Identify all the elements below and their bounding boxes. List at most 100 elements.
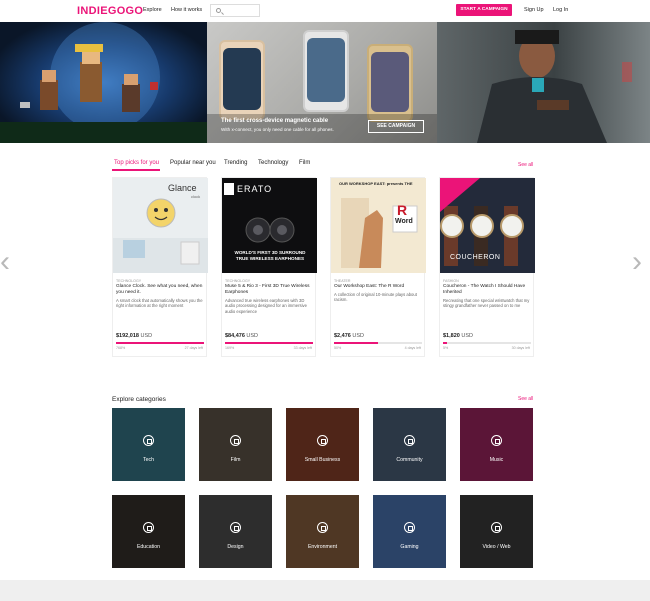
tab-film[interactable]: Film: [299, 160, 310, 166]
category-tile-small-business[interactable]: Small Business: [286, 408, 359, 481]
tab-top-picks[interactable]: Top picks for you: [114, 160, 159, 166]
headphones-icon: [491, 435, 502, 446]
start-campaign-button[interactable]: START A CAMPAIGN: [456, 4, 512, 16]
category-tile-film[interactable]: Film: [199, 408, 272, 481]
campaign-raised: $2,476 USD: [334, 333, 364, 339]
campaign-image: COUCHERON: [440, 178, 535, 273]
category-label: Education: [136, 544, 161, 550]
progress-fill: [225, 342, 313, 344]
campaign-category: TECHNOLOGY: [225, 279, 251, 283]
days-left: 33 days left: [293, 346, 312, 350]
campaign-description: Recreating that one special wristwatch t…: [443, 298, 530, 309]
workshop-header: OUR WORKSHOP EAST: presents THE: [339, 181, 413, 186]
category-label: Community: [396, 457, 423, 463]
leaf-icon: [317, 522, 328, 533]
tab-popular-near-you[interactable]: Popular near you: [170, 160, 216, 166]
category-label: Music: [489, 457, 504, 463]
category-label: Environment: [307, 544, 338, 550]
hero-game-image: [0, 22, 207, 143]
see-all-picks-link[interactable]: See all: [518, 162, 533, 168]
search-input[interactable]: [210, 4, 260, 17]
hero-subtitle: With x-connect, you only need one cable …: [221, 127, 334, 132]
funding-progress-bar: [443, 342, 531, 344]
campaign-image: OUR WORKSHOP EAST: presents THE R Word: [331, 178, 426, 273]
explore-categories-heading: Explore categories: [112, 396, 166, 403]
funding-percent: 5%: [443, 346, 449, 350]
campaign-category: FASHION: [443, 279, 459, 283]
globe-icon: [491, 522, 502, 533]
funding-percent: 50%: [334, 346, 342, 350]
campaign-title[interactable]: Coucheron - The Watch I Should Have Inhe…: [443, 284, 533, 296]
tab-technology[interactable]: Technology: [258, 160, 288, 166]
category-tile-education[interactable]: Education: [112, 495, 185, 568]
funding-progress-bar: [116, 342, 204, 344]
category-tile-video-web[interactable]: Video / Web: [460, 495, 533, 568]
active-tab-indicator: [112, 169, 160, 171]
category-label: Film: [230, 457, 241, 463]
see-campaign-button[interactable]: SEE CAMPAIGN: [368, 120, 424, 133]
category-label: Small Business: [304, 457, 341, 463]
sign-up-link[interactable]: Sign Up: [524, 7, 544, 13]
campaign-raised: $192,018 USD: [116, 333, 153, 339]
nav-how-it-works[interactable]: How it works: [171, 7, 202, 13]
glance-logo: Glance: [168, 183, 197, 193]
campaign-raised: $1,820 USD: [443, 333, 473, 339]
carousel-next-icon[interactable]: ›: [632, 247, 642, 277]
hero-carousel[interactable]: [0, 22, 650, 143]
days-left: 30 days left: [511, 346, 530, 350]
campaign-card[interactable]: ERATO WORLD'S FIRST 3D SURROUND TRUE WIR…: [221, 177, 317, 357]
hero-jacket-image: [437, 22, 650, 143]
hero-title: The first cross-device magnetic cable: [221, 118, 329, 124]
category-tile-music[interactable]: Music: [460, 408, 533, 481]
campaign-card[interactable]: OUR WORKSHOP EAST: presents THE R Word T…: [330, 177, 426, 357]
campaign-raised: $84,476 USD: [225, 333, 259, 339]
progress-fill: [443, 342, 448, 344]
category-label: Tech: [143, 457, 154, 463]
progress-fill: [116, 342, 204, 344]
days-left: 4 days left: [404, 346, 421, 350]
tech-icon: [143, 435, 154, 446]
campaign-image: Glance clock: [113, 178, 208, 273]
carousel-prev-icon[interactable]: ‹: [0, 247, 10, 277]
funding-progress-bar: [334, 342, 422, 344]
search-icon: [216, 8, 221, 13]
category-tile-environment[interactable]: Environment: [286, 495, 359, 568]
campaign-category: THEATER: [334, 279, 351, 283]
campaign-card[interactable]: Glance clock TECHNOLOGY Glance Clock. Se…: [112, 177, 208, 357]
progress-fill: [334, 342, 378, 344]
category-label: Video / Web: [482, 544, 511, 550]
campaign-category: TECHNOLOGY: [116, 279, 142, 283]
nav-explore[interactable]: Explore: [143, 7, 162, 13]
campaign-image: ERATO WORLD'S FIRST 3D SURROUND TRUE WIR…: [222, 178, 317, 273]
campaign-title[interactable]: Muse 5 & Rio 3 - First 3D True Wireless …: [225, 284, 315, 296]
category-tile-community[interactable]: Community: [373, 408, 446, 481]
tab-trending[interactable]: Trending: [224, 160, 247, 166]
chat-icon: [404, 435, 415, 446]
footer: [0, 580, 650, 601]
category-tile-design[interactable]: Design: [199, 495, 272, 568]
category-tile-gaming[interactable]: Gaming: [373, 495, 446, 568]
indiegogo-logo[interactable]: INDIEGOGO: [77, 5, 143, 17]
days-left: 27 days left: [184, 346, 203, 350]
log-in-link[interactable]: Log In: [553, 7, 568, 13]
gamepad-icon: [404, 522, 415, 533]
top-nav: INDIEGOGO Explore How it works START A C…: [0, 0, 650, 22]
lightbulb-icon: [317, 435, 328, 446]
campaign-description: A smart clock that automatically shows y…: [116, 298, 203, 309]
campaign-title[interactable]: Our Workshop East: The R Word: [334, 284, 424, 290]
funding-percent: 169%: [225, 346, 235, 350]
book-icon: [143, 522, 154, 533]
campaign-description: A collection of original 10-minute plays…: [334, 292, 417, 303]
erato-logo: ERATO: [237, 184, 273, 194]
category-label: Gaming: [400, 544, 419, 550]
category-label: Design: [227, 544, 244, 550]
campaign-description: Advanced true wireless earphones with 3D…: [225, 298, 307, 314]
campaign-title[interactable]: Glance Clock. See what you need, when yo…: [116, 284, 206, 296]
see-all-categories-link[interactable]: See all: [518, 396, 533, 402]
film-icon: [230, 435, 241, 446]
funding-percent: 768%: [116, 346, 126, 350]
coucheron-logo: COUCHERON: [450, 254, 501, 261]
pencil-icon: [230, 522, 241, 533]
category-tile-tech[interactable]: Tech: [112, 408, 185, 481]
campaign-card[interactable]: COUCHERON FASHION Coucheron - The Watch …: [439, 177, 535, 357]
